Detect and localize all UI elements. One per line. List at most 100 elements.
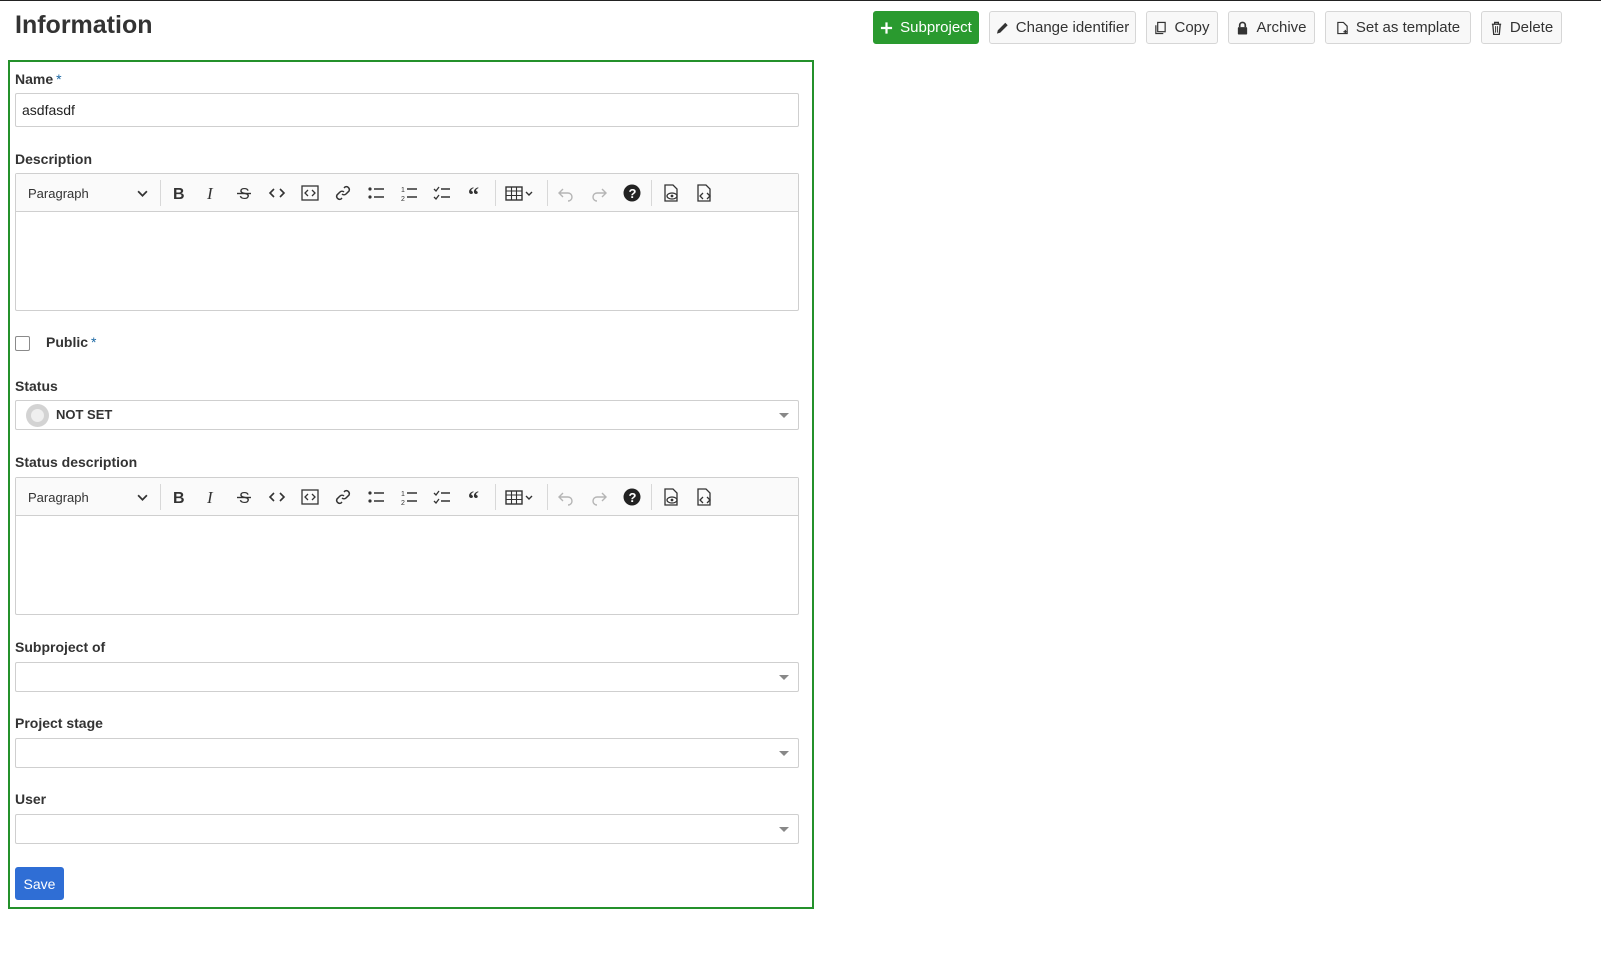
svg-text:B: B <box>173 186 185 202</box>
archive-button[interactable]: Archive <box>1228 11 1315 44</box>
chevron-down-icon <box>137 494 148 501</box>
save-button[interactable]: Save <box>15 867 64 900</box>
bulleted-list-button[interactable] <box>364 181 388 205</box>
chevron-down-icon <box>137 190 148 197</box>
block-style-dropdown[interactable]: Paragraph <box>22 484 154 510</box>
preview-button[interactable] <box>659 485 683 509</box>
undo-button[interactable] <box>554 181 578 205</box>
help-button[interactable]: ? <box>620 181 644 205</box>
bold-button[interactable]: B <box>166 485 190 509</box>
blockquote-icon: “ <box>468 184 479 202</box>
toolbar-separator <box>651 180 652 206</box>
toolbar-separator <box>160 484 161 510</box>
status-description-editor-content[interactable] <box>16 516 798 614</box>
undo-icon <box>558 492 573 506</box>
blockquote-button[interactable]: “ <box>463 485 487 509</box>
todo-list-button[interactable] <box>430 181 454 205</box>
template-icon <box>1337 21 1348 34</box>
change-identifier-button-label: Change identifier <box>1015 19 1130 36</box>
numbered-list-button[interactable]: 12 <box>397 181 421 205</box>
svg-text:B: B <box>173 490 185 506</box>
project-stage-label: Project stage <box>15 715 103 731</box>
italic-button[interactable]: I <box>199 181 223 205</box>
todo-list-icon <box>433 490 450 504</box>
toolbar-separator <box>495 484 496 510</box>
link-button[interactable] <box>331 181 355 205</box>
name-input[interactable]: asdfasdf <box>15 93 799 127</box>
help-icon: ? <box>623 488 641 506</box>
toolbar-separator <box>547 484 548 510</box>
set-as-template-button-label: Set as template <box>1355 19 1461 36</box>
public-checkbox[interactable] <box>15 336 30 351</box>
table-button[interactable] <box>501 181 539 205</box>
copy-button[interactable]: Copy <box>1146 11 1218 44</box>
set-as-template-button[interactable]: Set as template <box>1325 11 1471 44</box>
bold-icon: B <box>173 490 185 506</box>
dropdown-arrow-icon <box>779 413 789 418</box>
project-information-form: Name * asdfasdf Description Paragraph B I… <box>8 60 814 909</box>
blockquote-button[interactable]: “ <box>463 181 487 205</box>
svg-text:“: “ <box>468 488 479 506</box>
inline-code-button[interactable] <box>265 485 289 509</box>
subproject-button[interactable]: Subproject <box>873 11 979 44</box>
source-icon <box>697 184 711 202</box>
inline-code-button[interactable] <box>265 181 289 205</box>
svg-text:?: ? <box>629 490 637 505</box>
undo-icon <box>558 188 573 202</box>
user-select[interactable] <box>15 814 799 844</box>
bold-button[interactable]: B <box>166 181 190 205</box>
subproject-button-label: Subproject <box>900 19 972 36</box>
table-button[interactable] <box>501 485 539 509</box>
block-style-dropdown[interactable]: Paragraph <box>22 180 154 206</box>
italic-button[interactable]: I <box>199 485 223 509</box>
delete-button[interactable]: Delete <box>1481 11 1562 44</box>
numbered-list-icon: 12 <box>401 187 417 202</box>
svg-text:“: “ <box>468 184 479 202</box>
numbered-list-button[interactable]: 12 <box>397 485 421 509</box>
status-select[interactable]: NOT SET <box>15 400 799 430</box>
code-block-button[interactable] <box>298 485 322 509</box>
change-identifier-button[interactable]: Change identifier <box>989 11 1136 44</box>
copy-button-label: Copy <box>1174 19 1210 36</box>
strikethrough-button[interactable]: S <box>232 181 256 205</box>
status-circle-icon <box>26 404 49 427</box>
todo-list-icon <box>433 186 450 200</box>
redo-icon <box>592 188 607 202</box>
code-block-button[interactable] <box>298 181 322 205</box>
undo-button[interactable] <box>554 485 578 509</box>
link-button[interactable] <box>331 485 355 509</box>
toolbar-separator <box>651 484 652 510</box>
source-button[interactable] <box>692 485 716 509</box>
strikethrough-button[interactable]: S <box>232 485 256 509</box>
inline-code-icon <box>268 188 286 198</box>
preview-icon <box>664 184 678 202</box>
bulleted-list-button[interactable] <box>364 485 388 509</box>
help-button[interactable]: ? <box>620 485 644 509</box>
todo-list-button[interactable] <box>430 485 454 509</box>
table-icon <box>505 186 533 201</box>
preview-button[interactable] <box>659 181 683 205</box>
redo-icon <box>592 492 607 506</box>
dropdown-arrow-icon <box>779 827 789 832</box>
description-editor-content[interactable] <box>16 212 798 310</box>
project-stage-select[interactable] <box>15 738 799 768</box>
redo-button[interactable] <box>587 485 611 509</box>
svg-text:I: I <box>206 488 214 506</box>
source-button[interactable] <box>692 181 716 205</box>
required-marker: * <box>91 334 97 350</box>
italic-icon: I <box>206 488 214 506</box>
toolbar-separator <box>547 180 548 206</box>
description-label: Description <box>15 151 93 167</box>
toolbar-separator <box>160 180 161 206</box>
code-block-icon <box>301 489 319 505</box>
bulleted-list-icon <box>368 187 384 199</box>
subproject-of-label: Subproject of <box>15 639 106 655</box>
subproject-of-select[interactable] <box>15 662 799 692</box>
name-label: Name * <box>15 71 62 87</box>
copy-icon <box>1155 21 1167 34</box>
redo-button[interactable] <box>587 181 611 205</box>
lock-icon <box>1238 21 1248 34</box>
status-description-editor: Paragraph B I S 12 “ ? <box>15 477 799 615</box>
toolbar-separator <box>495 180 496 206</box>
archive-button-label: Archive <box>1256 19 1307 36</box>
